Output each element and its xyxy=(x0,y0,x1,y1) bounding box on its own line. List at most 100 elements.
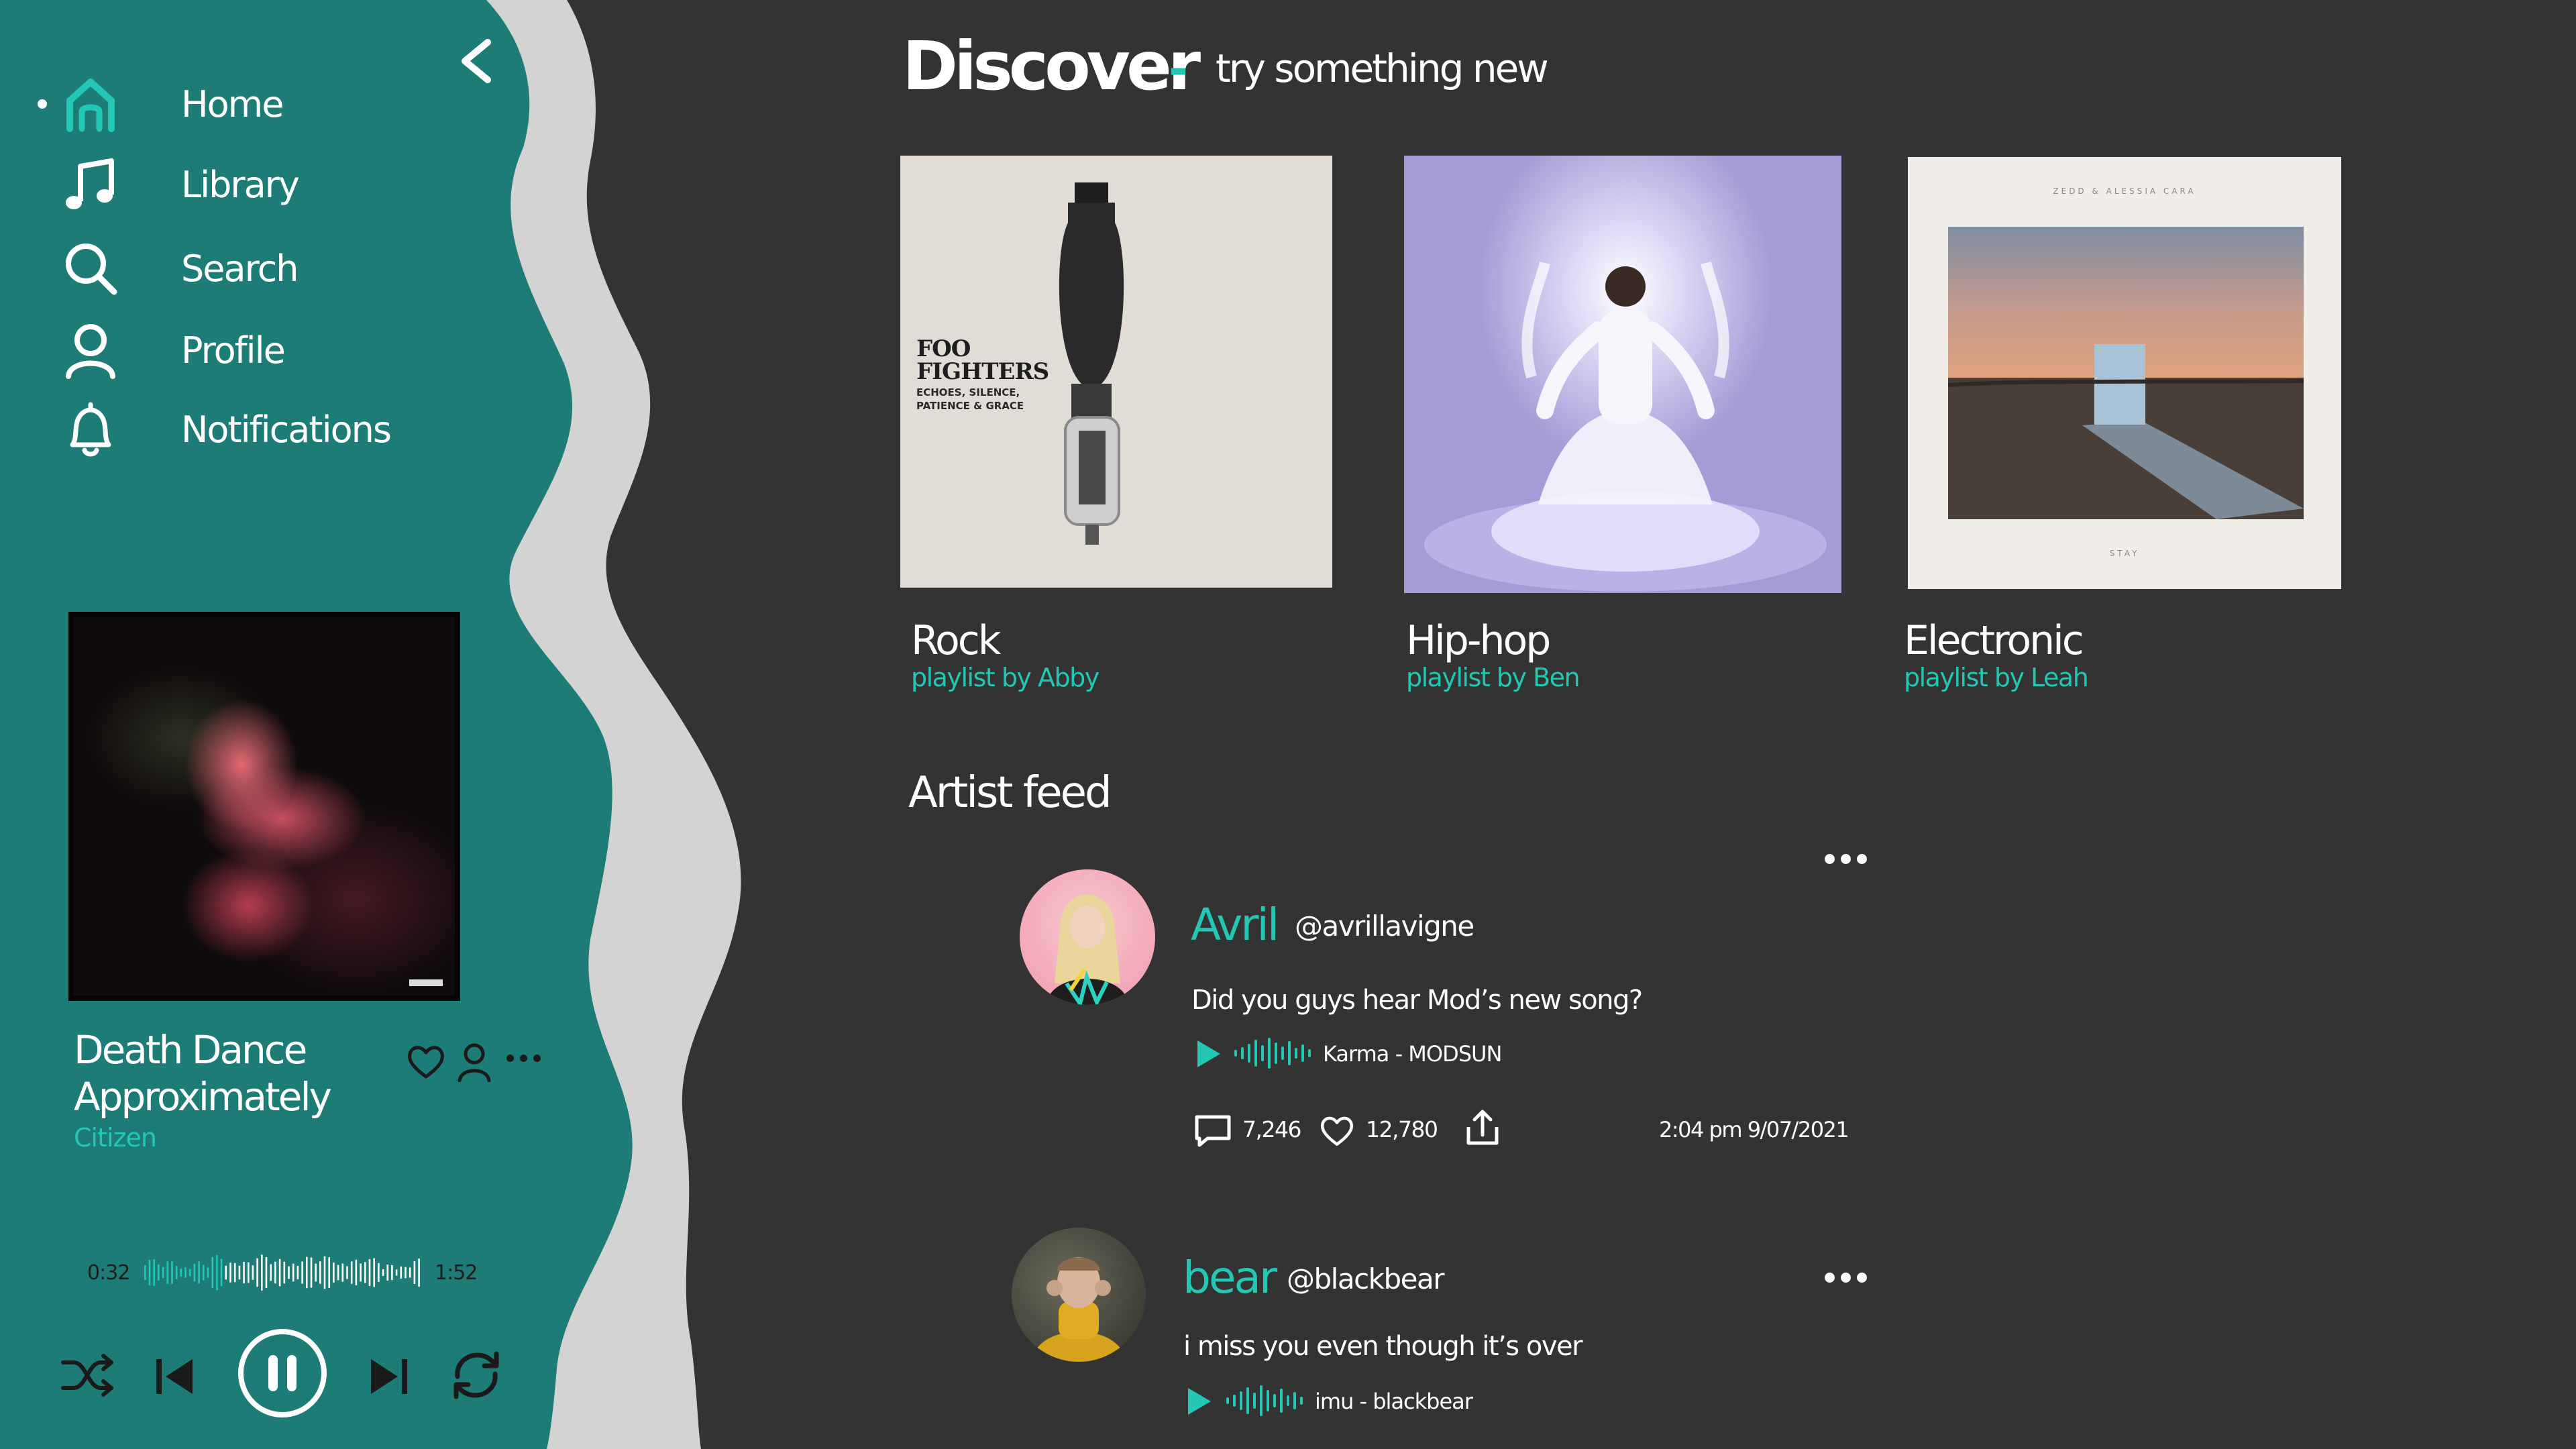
playlist-cover-electronic[interactable]: ZEDD & ALESSIA CARA STAY xyxy=(1908,157,2341,589)
more-dot xyxy=(1841,854,1851,864)
post-more-button[interactable] xyxy=(1825,854,1867,864)
avatar[interactable] xyxy=(1020,869,1155,1005)
waveform-bar xyxy=(319,1261,321,1284)
waveform-bar xyxy=(1233,1395,1236,1407)
playlist-cover-rock[interactable]: FOO FIGHTERS ECHOES, SILENCE, PATIENCE &… xyxy=(900,156,1332,588)
share-button[interactable] xyxy=(1462,1107,1503,1148)
playlist-owner-rock[interactable]: playlist by Abby xyxy=(911,663,1099,692)
waveform-bar xyxy=(261,1254,263,1291)
waveform-bar xyxy=(341,1263,344,1282)
previous-button[interactable] xyxy=(144,1350,205,1403)
bell-icon xyxy=(54,392,127,466)
waveform-progress[interactable] xyxy=(144,1249,423,1296)
waveform-bar xyxy=(1275,1042,1277,1064)
waveform-bar xyxy=(1267,1390,1269,1411)
waveform-bar xyxy=(310,1257,313,1288)
collapse-sidebar-button[interactable] xyxy=(443,24,510,98)
more-dot xyxy=(520,1055,527,1062)
post-author-handle[interactable]: @avrillavigne xyxy=(1295,910,1474,943)
playlist-title-electronic[interactable]: Electronic xyxy=(1904,617,2084,664)
nav-label-notifications: Notifications xyxy=(181,408,392,451)
home-icon xyxy=(54,67,127,141)
pause-button[interactable] xyxy=(236,1327,329,1419)
nav-label-home: Home xyxy=(181,83,284,125)
cover-artist-text: ZEDD & ALESSIA CARA xyxy=(2053,186,2196,196)
post-author-name[interactable]: bear xyxy=(1183,1252,1277,1303)
waveform-bar xyxy=(382,1269,384,1276)
waveform-bar xyxy=(1295,1048,1297,1059)
like-count: 12,780 xyxy=(1366,1116,1438,1142)
waveform-bar xyxy=(1273,1394,1276,1407)
like-button[interactable] xyxy=(402,1038,449,1085)
post-more-button[interactable] xyxy=(1825,1273,1867,1283)
post-play-button[interactable] xyxy=(1193,1038,1224,1069)
waveform-bar xyxy=(193,1263,196,1282)
waveform-bar xyxy=(323,1256,326,1289)
cover-album-name-line2: PATIENCE & GRACE xyxy=(916,400,1024,412)
playlist-title-rock[interactable]: Rock xyxy=(911,617,1001,664)
post-song-title[interactable]: imu - blackbear xyxy=(1315,1389,1473,1414)
waveform-bar xyxy=(278,1258,281,1287)
waveform-bar xyxy=(265,1257,268,1289)
shuffle-icon xyxy=(61,1354,113,1397)
waveform-bar xyxy=(350,1261,353,1284)
skip-back-icon xyxy=(156,1359,193,1394)
waveform-bar xyxy=(328,1257,330,1288)
waveform-bar xyxy=(162,1267,164,1279)
waveform-bar xyxy=(405,1267,407,1279)
play-icon xyxy=(1197,1040,1220,1067)
waveform-bar xyxy=(297,1266,299,1279)
shuffle-button[interactable] xyxy=(54,1348,121,1402)
post-like-button[interactable] xyxy=(1318,1112,1356,1150)
now-playing-album-art[interactable] xyxy=(68,612,460,1001)
waveform-bar xyxy=(229,1263,231,1283)
heart-icon xyxy=(1320,1116,1354,1146)
waveform-bar xyxy=(292,1263,294,1282)
next-button[interactable] xyxy=(359,1350,419,1403)
post-author-name[interactable]: Avril xyxy=(1191,899,1279,951)
waveform-bar xyxy=(333,1263,335,1283)
post-song-title[interactable]: Karma - MODSUN xyxy=(1323,1041,1502,1067)
nav-item-library[interactable]: Library xyxy=(0,148,416,221)
post-author-handle[interactable]: @blackbear xyxy=(1287,1263,1445,1295)
post-play-button[interactable] xyxy=(1183,1386,1214,1417)
nav-item-home[interactable]: Home xyxy=(0,67,416,141)
comments-button[interactable] xyxy=(1193,1112,1233,1150)
waveform-bar xyxy=(1268,1038,1271,1069)
waveform-bar xyxy=(418,1258,420,1287)
waveform-bar xyxy=(1301,1044,1304,1062)
track-more-button[interactable] xyxy=(506,1055,541,1062)
playlist-cover-hiphop[interactable] xyxy=(1404,156,1841,593)
total-duration: 1:52 xyxy=(435,1261,478,1285)
nav-item-profile[interactable]: Profile xyxy=(0,313,416,387)
album-art-label xyxy=(409,979,443,986)
page-title: Discover xyxy=(902,27,1201,105)
now-playing-artist[interactable]: Citizen xyxy=(74,1123,157,1152)
waveform-bar xyxy=(409,1267,411,1278)
waveform-bar xyxy=(1280,1389,1283,1413)
artist-feed-title: Artist feed xyxy=(908,768,1112,818)
waveform-bar xyxy=(1308,1049,1311,1057)
playlist-owner-hiphop[interactable]: playlist by Ben xyxy=(1406,663,1580,692)
artist-profile-button[interactable] xyxy=(451,1037,498,1085)
waveform-bar xyxy=(211,1257,213,1289)
nav-item-search[interactable]: Search xyxy=(0,231,416,305)
waveform-bar xyxy=(1246,1387,1249,1414)
playlist-owner-electronic[interactable]: playlist by Leah xyxy=(1904,663,2089,692)
waveform-bar xyxy=(355,1259,358,1286)
heart-icon xyxy=(408,1046,444,1079)
waveform-bar xyxy=(1281,1046,1284,1060)
waveform-bar xyxy=(1234,1050,1237,1057)
more-dot xyxy=(1825,1273,1835,1283)
waveform-bar xyxy=(1248,1044,1250,1063)
waveform-bar xyxy=(189,1269,191,1277)
post-song-waveform xyxy=(1226,1385,1303,1416)
repeat-button[interactable] xyxy=(443,1345,510,1405)
nav-item-notifications[interactable]: Notifications xyxy=(0,392,416,466)
play-icon xyxy=(1188,1388,1211,1415)
waveform-bar xyxy=(288,1266,290,1279)
avatar[interactable] xyxy=(1012,1228,1146,1362)
cover-album-name: ECHOES, SILENCE, xyxy=(916,386,1020,398)
playlist-title-hiphop[interactable]: Hip-hop xyxy=(1406,617,1551,664)
waveform-bar xyxy=(216,1254,218,1291)
